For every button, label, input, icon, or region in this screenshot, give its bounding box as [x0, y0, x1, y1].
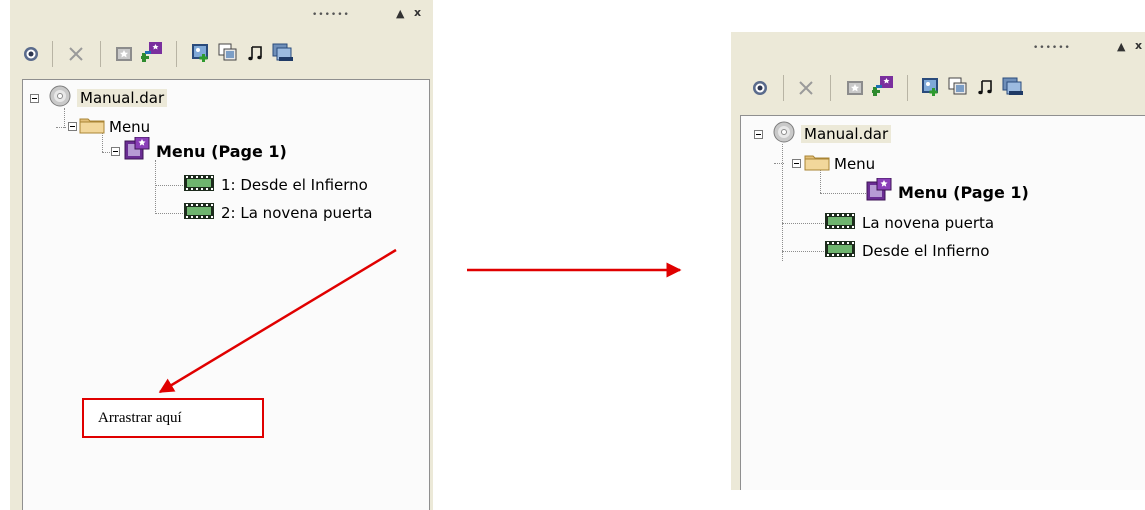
slideshow-icon[interactable]	[1002, 76, 1024, 98]
submenu-icon[interactable]	[872, 75, 894, 97]
film-icon	[824, 240, 856, 262]
tree-item-label: Menu (Page 1)	[898, 182, 1029, 202]
disc-icon	[773, 121, 795, 147]
collapse-toggle[interactable]	[754, 130, 763, 139]
tree-item-label: Manual.dar	[801, 125, 892, 143]
tree-item-root[interactable]: Manual.dar	[773, 121, 892, 147]
tree-item-menu-page[interactable]: Menu (Page 1)	[866, 177, 1029, 206]
copy-icon[interactable]	[947, 76, 969, 98]
tree-item-label: La novena puerta	[862, 214, 995, 232]
music-icon[interactable]	[974, 76, 996, 98]
delete-icon[interactable]	[795, 77, 817, 99]
after-panel: •••••• ▲ x Manual.dar Menu Menu (Page 1)…	[731, 32, 1145, 490]
tree-connector	[782, 251, 824, 252]
drag-arrow	[158, 248, 397, 394]
tree-view[interactable]: Manual.dar Menu Menu (Page 1) La novena …	[740, 115, 1145, 490]
tree-connector	[782, 144, 783, 261]
close-button[interactable]: x	[1135, 39, 1142, 52]
film-icon	[824, 212, 856, 234]
add-picture-icon[interactable]	[920, 76, 942, 98]
menu-page-icon	[866, 177, 892, 206]
collapse-button[interactable]: ▲	[1117, 40, 1125, 53]
panel-grip[interactable]: ••••••	[1033, 43, 1071, 53]
tree-connector	[820, 193, 866, 194]
menu-icon[interactable]	[844, 77, 866, 99]
tree-item-label: Desde el Infierno	[862, 242, 990, 260]
collapse-toggle[interactable]	[792, 159, 801, 168]
toolbar	[731, 72, 1145, 112]
toolbar-separator	[783, 75, 784, 101]
target-icon[interactable]	[749, 77, 771, 99]
tree-item-movie[interactable]: La novena puerta	[824, 212, 994, 234]
note-text: Arrastrar aquí	[98, 409, 182, 426]
toolbar-separator	[907, 75, 908, 101]
folder-icon	[804, 153, 830, 175]
tree-item-label: Menu	[834, 155, 876, 173]
tree-connector	[782, 223, 824, 224]
tree-item-folder[interactable]: Menu	[804, 153, 875, 175]
tree-connector	[774, 163, 784, 164]
toolbar-separator	[830, 75, 831, 101]
tree-item-movie[interactable]: Desde el Infierno	[824, 240, 989, 262]
drag-here-note: Arrastrar aquí	[82, 398, 264, 438]
